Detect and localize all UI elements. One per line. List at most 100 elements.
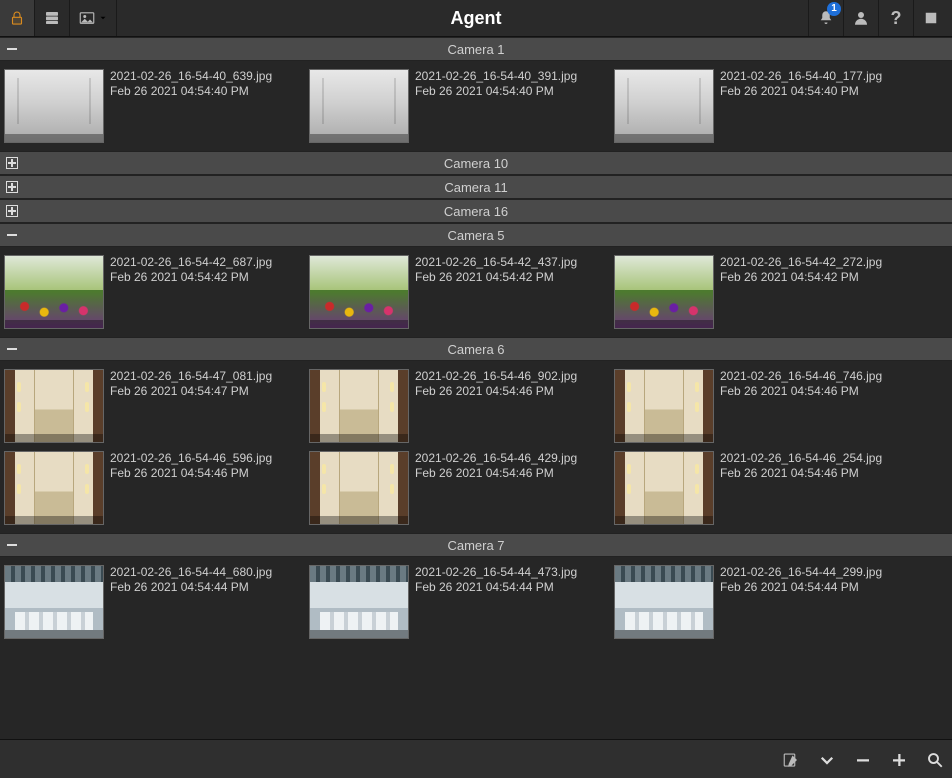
item-filename: 2021-02-26_16-54-46_596.jpg (110, 451, 272, 466)
expand-icon (0, 205, 24, 217)
list-item[interactable]: 2021-02-26_16-54-46_429.jpgFeb 26 2021 0… (305, 447, 610, 529)
item-filename: 2021-02-26_16-54-40_391.jpg (415, 69, 577, 84)
collapse-icon (0, 48, 24, 50)
item-filename: 2021-02-26_16-54-42_272.jpg (720, 255, 882, 270)
list-item[interactable]: 2021-02-26_16-54-40_391.jpgFeb 26 2021 0… (305, 65, 610, 147)
item-filename: 2021-02-26_16-54-40_639.jpg (110, 69, 272, 84)
thumbnail[interactable] (4, 255, 104, 329)
plus-icon (890, 751, 908, 769)
expand-icon (0, 157, 24, 169)
thumbnail[interactable] (309, 565, 409, 639)
picture-icon (78, 9, 96, 27)
collapse-icon (0, 348, 24, 350)
thumbnail[interactable] (309, 451, 409, 525)
item-timestamp: Feb 26 2021 04:54:40 PM (720, 84, 882, 99)
list-item[interactable]: 2021-02-26_16-54-46_902.jpgFeb 26 2021 0… (305, 365, 610, 447)
item-timestamp: Feb 26 2021 04:54:47 PM (110, 384, 272, 399)
list-item[interactable]: 2021-02-26_16-54-46_596.jpgFeb 26 2021 0… (0, 447, 305, 529)
thumbnail[interactable] (309, 255, 409, 329)
server-icon (43, 9, 61, 27)
item-filename: 2021-02-26_16-54-46_902.jpg (415, 369, 577, 384)
item-filename: 2021-02-26_16-54-46_254.jpg (720, 451, 882, 466)
thumbnail[interactable] (309, 369, 409, 443)
list-item[interactable]: 2021-02-26_16-54-44_473.jpgFeb 26 2021 0… (305, 561, 610, 643)
thumbnail[interactable] (4, 69, 104, 143)
item-filename: 2021-02-26_16-54-42_687.jpg (110, 255, 272, 270)
item-filename: 2021-02-26_16-54-40_177.jpg (720, 69, 882, 84)
edit-button[interactable] (782, 751, 800, 769)
content-area: Camera 1 2021-02-26_16-54-40_639.jpg Feb 2… (0, 37, 952, 739)
list-item[interactable]: 2021-02-26_16-54-42_272.jpgFeb 26 2021 0… (610, 251, 915, 333)
item-timestamp: Feb 26 2021 04:54:44 PM (415, 580, 577, 595)
group-title: Camera 6 (447, 342, 504, 357)
group-title: Camera 7 (447, 538, 504, 553)
item-timestamp: Feb 26 2021 04:54:42 PM (110, 270, 272, 285)
app-title: Agent (451, 8, 502, 29)
group-title: Camera 5 (447, 228, 504, 243)
item-filename: 2021-02-26_16-54-46_746.jpg (720, 369, 882, 384)
account-button[interactable] (843, 0, 878, 36)
list-item[interactable]: 2021-02-26_16-54-47_081.jpgFeb 26 2021 0… (0, 365, 305, 447)
group-title: Camera 10 (444, 156, 508, 171)
server-button[interactable] (35, 0, 70, 36)
item-filename: 2021-02-26_16-54-44_473.jpg (415, 565, 577, 580)
list-item[interactable]: 2021-02-26_16-54-44_680.jpgFeb 26 2021 0… (0, 561, 305, 643)
thumbnail[interactable] (309, 69, 409, 143)
group-header[interactable]: Camera 6 (0, 337, 952, 361)
group-header[interactable]: Camera 16 (0, 199, 952, 223)
item-timestamp: Feb 26 2021 04:54:46 PM (415, 384, 577, 399)
group-title: Camera 16 (444, 204, 508, 219)
list-item[interactable]: 2021-02-26_16-54-42_687.jpgFeb 26 2021 0… (0, 251, 305, 333)
group-body: 2021-02-26_16-54-47_081.jpgFeb 26 2021 0… (0, 361, 952, 533)
item-filename: 2021-02-26_16-54-42_437.jpg (415, 255, 577, 270)
item-timestamp: Feb 26 2021 04:54:44 PM (720, 580, 882, 595)
item-filename: 2021-02-26_16-54-44_680.jpg (110, 565, 272, 580)
group-title: Camera 1 (447, 42, 504, 57)
item-filename: 2021-02-26_16-54-46_429.jpg (415, 451, 577, 466)
zoom-in-button[interactable] (890, 751, 908, 769)
group-body: 2021-02-26_16-54-44_680.jpgFeb 26 2021 0… (0, 557, 952, 647)
item-timestamp: Feb 26 2021 04:54:46 PM (110, 466, 272, 481)
thumbnail[interactable] (614, 565, 714, 639)
item-filename: 2021-02-26_16-54-47_081.jpg (110, 369, 272, 384)
image-view-button[interactable] (70, 0, 117, 36)
list-item[interactable]: 2021-02-26_16-54-40_177.jpgFeb 26 2021 0… (610, 65, 915, 147)
collapse-all-button[interactable] (818, 751, 836, 769)
alert-badge: 1 (827, 2, 841, 16)
item-timestamp: Feb 26 2021 04:54:42 PM (415, 270, 577, 285)
item-timestamp: Feb 26 2021 04:54:40 PM (415, 84, 577, 99)
item-filename: 2021-02-26_16-54-44_299.jpg (720, 565, 882, 580)
collapse-icon (0, 234, 24, 236)
thumbnail[interactable] (4, 451, 104, 525)
group-header[interactable]: Camera 7 (0, 533, 952, 557)
top-toolbar: Agent 1 ? (0, 0, 952, 37)
thumbnail[interactable] (4, 369, 104, 443)
bottom-toolbar (0, 739, 952, 778)
thumbnail[interactable] (614, 69, 714, 143)
item-timestamp: Feb 26 2021 04:54:44 PM (110, 580, 272, 595)
group-body: 2021-02-26_16-54-40_639.jpg Feb 26 2021 0… (0, 61, 952, 151)
list-item[interactable]: 2021-02-26_16-54-46_254.jpgFeb 26 2021 0… (610, 447, 915, 529)
list-item[interactable]: 2021-02-26_16-54-44_299.jpgFeb 26 2021 0… (610, 561, 915, 643)
minus-icon (854, 751, 872, 769)
group-header[interactable]: Camera 10 (0, 151, 952, 175)
list-item[interactable]: 2021-02-26_16-54-40_639.jpgFeb 26 2021 0… (0, 65, 305, 147)
thumbnail[interactable] (614, 451, 714, 525)
user-icon (852, 9, 870, 27)
lock-button[interactable] (0, 0, 35, 36)
help-button[interactable]: ? (878, 0, 913, 36)
list-item[interactable]: 2021-02-26_16-54-42_437.jpgFeb 26 2021 0… (305, 251, 610, 333)
item-timestamp: Feb 26 2021 04:54:46 PM (720, 466, 882, 481)
maximize-button[interactable] (913, 0, 948, 36)
thumbnail[interactable] (4, 565, 104, 639)
group-header[interactable]: Camera 5 (0, 223, 952, 247)
help-icon: ? (891, 8, 902, 29)
thumbnail[interactable] (614, 369, 714, 443)
zoom-out-button[interactable] (854, 751, 872, 769)
group-header[interactable]: Camera 11 (0, 175, 952, 199)
search-button[interactable] (926, 751, 944, 769)
list-item[interactable]: 2021-02-26_16-54-46_746.jpgFeb 26 2021 0… (610, 365, 915, 447)
alerts-button[interactable]: 1 (808, 0, 843, 36)
group-header[interactable]: Camera 1 (0, 37, 952, 61)
thumbnail[interactable] (614, 255, 714, 329)
